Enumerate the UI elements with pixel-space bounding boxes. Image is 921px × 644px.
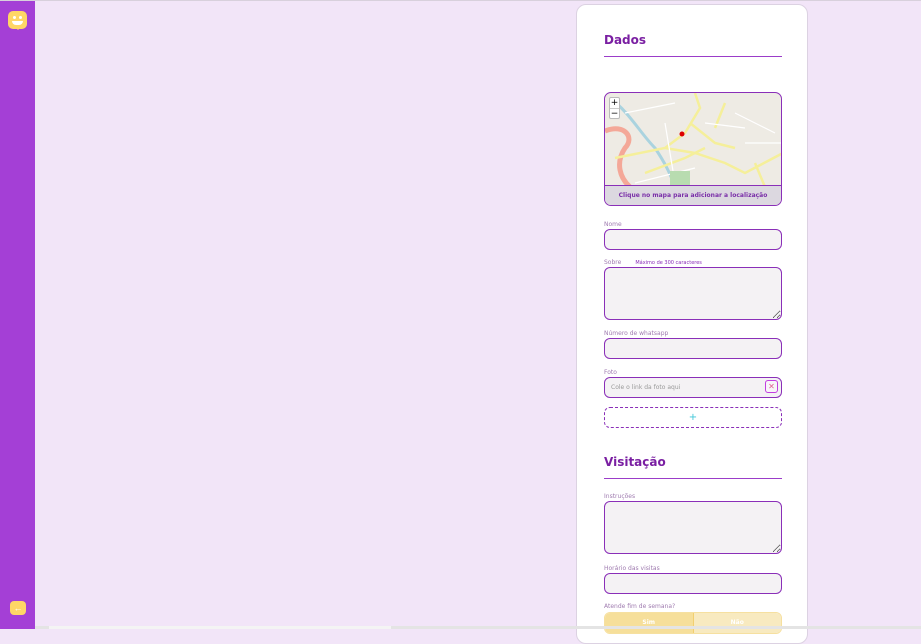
weekend-no-button[interactable]: Não — [693, 613, 781, 633]
map-zoom-control: + − — [609, 97, 620, 119]
create-form-card: Dados + − Clique no mapa para adicionar … — [576, 4, 808, 644]
top-border — [0, 0, 921, 1]
zoom-in-button[interactable]: + — [610, 98, 619, 108]
map-tiles[interactable] — [605, 93, 782, 187]
add-photo-button[interactable]: + — [604, 407, 782, 428]
section-title-dados: Dados — [604, 33, 647, 47]
foto-input[interactable]: Cole o link da foto aqui ✕ — [604, 377, 782, 398]
location-map[interactable]: + − Clique no mapa para adicionar a loca… — [604, 92, 782, 206]
zoom-out-button[interactable]: − — [610, 108, 619, 119]
sidebar: ← — [0, 1, 35, 629]
map-hint: Clique no mapa para adicionar a localiza… — [605, 185, 781, 205]
instrucoes-textarea[interactable] — [604, 501, 782, 554]
horario-input[interactable] — [604, 573, 782, 594]
instrucoes-label: Instruções — [604, 493, 636, 500]
foto-placeholder: Cole o link da foto aqui — [611, 384, 681, 391]
weekend-yes-button[interactable]: Sim — [605, 613, 694, 633]
whatsapp-input[interactable] — [604, 338, 782, 359]
weekend-label: Atende fim de semana? — [604, 603, 676, 610]
nome-label: Nome — [604, 221, 622, 228]
sobre-hint: Máximo de 300 caracteres — [635, 260, 702, 266]
divider — [604, 56, 782, 57]
nome-input[interactable] — [604, 229, 782, 250]
sobre-textarea[interactable] — [604, 267, 782, 320]
foto-label: Foto — [604, 369, 617, 376]
horario-label: Horário das visitas — [604, 565, 660, 572]
happy-logo-icon — [8, 11, 27, 30]
whatsapp-label: Número de whatsapp — [604, 330, 669, 337]
section-title-visitacao: Visitação — [604, 455, 666, 469]
sobre-label-text: Sobre — [604, 259, 622, 266]
sobre-label: Sobre Máximo de 300 caracteres — [604, 259, 702, 266]
remove-photo-button[interactable]: ✕ — [765, 380, 778, 393]
weekend-toggle: Sim Não — [604, 612, 782, 634]
back-button[interactable]: ← — [10, 601, 26, 615]
divider — [604, 478, 782, 479]
